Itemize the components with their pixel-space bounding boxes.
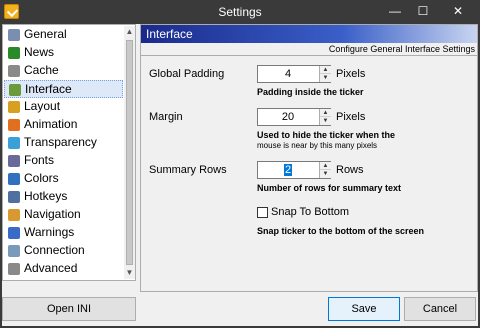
sidebar-item-connection[interactable]: Connection	[4, 242, 123, 260]
general-icon	[8, 29, 20, 41]
interface-settings-panel: Interface Configure General Interface Se…	[140, 24, 478, 292]
sidebar-item-colors[interactable]: Colors	[4, 170, 123, 188]
sidebar-item-label: Fonts	[24, 153, 55, 167]
settings-window: Settings — ☐ ✕ General News Cache Interf…	[0, 0, 480, 328]
spin-buttons: ▲ ▼	[319, 109, 331, 125]
snap-hint: Snap ticker to the bottom of the screen	[257, 226, 425, 236]
summary-rows-label: Summary Rows	[149, 164, 227, 176]
spin-down-icon[interactable]: ▼	[320, 117, 331, 125]
global-padding-value[interactable]: 4	[258, 68, 318, 80]
animation-icon	[8, 119, 20, 131]
snap-to-bottom-label[interactable]: Snap To Bottom	[271, 206, 349, 218]
sidebar-item-label: Layout	[24, 99, 61, 113]
spin-buttons: ▲ ▼	[319, 162, 331, 178]
minimize-button[interactable]: —	[384, 2, 406, 20]
panel-title: Interface	[146, 27, 193, 41]
sidebar-item-label: Navigation	[24, 207, 81, 221]
sidebar-item-cache[interactable]: Cache	[4, 62, 123, 80]
global-padding-label: Global Padding	[149, 68, 225, 80]
news-arrow-icon	[8, 47, 20, 59]
margin-hint: Used to hide the ticker when the	[257, 130, 396, 140]
advanced-icon	[8, 263, 20, 275]
margin-unit: Pixels	[336, 111, 366, 123]
panel-header: Interface	[141, 25, 477, 43]
open-ini-button[interactable]: Open INI	[2, 297, 136, 321]
sidebar-item-label: Animation	[24, 117, 78, 131]
panel-divider	[141, 55, 477, 56]
sidebar-item-animation[interactable]: Animation	[4, 116, 123, 134]
sidebar-item-label: Cache	[24, 63, 59, 77]
spin-down-icon[interactable]: ▼	[320, 170, 331, 178]
layout-icon	[8, 101, 20, 113]
sidebar-item-label: General	[24, 27, 67, 41]
sidebar-item-advanced[interactable]: Advanced	[4, 260, 123, 278]
transparency-icon	[8, 137, 20, 149]
close-button[interactable]: ✕	[440, 2, 476, 20]
sidebar-item-fonts[interactable]: Fonts	[4, 152, 123, 170]
scroll-thumb[interactable]	[126, 40, 133, 265]
hotkeys-icon	[8, 191, 20, 203]
summary-rows-stepper[interactable]: 2 ▲ ▼	[257, 161, 331, 179]
sidebar-item-layout[interactable]: Layout	[4, 98, 123, 116]
cache-icon	[8, 65, 20, 77]
panel-subtitle: Configure General Interface Settings	[328, 44, 475, 54]
sidebar-item-label: Connection	[24, 243, 85, 257]
interface-icon	[9, 84, 21, 96]
sidebar-item-hotkeys[interactable]: Hotkeys	[4, 188, 123, 206]
navigation-icon	[8, 209, 20, 221]
client-area: General News Cache Interface Layout Anim…	[2, 24, 478, 326]
spin-up-icon[interactable]: ▲	[320, 109, 331, 117]
margin-value[interactable]: 20	[258, 111, 318, 123]
margin-hint-line2: mouse is near by this many pixels	[257, 141, 378, 150]
sidebar-item-label: Hotkeys	[24, 189, 68, 203]
connection-icon	[8, 245, 20, 257]
sidebar-item-interface[interactable]: Interface	[4, 80, 123, 98]
scroll-down-icon[interactable]: ▼	[124, 267, 135, 279]
sidebar-item-label: Advanced	[24, 261, 78, 275]
sidebar-item-label: News	[24, 45, 55, 59]
save-button[interactable]: Save	[328, 297, 400, 321]
summary-rows-hint: Number of rows for summary text	[257, 183, 402, 193]
global-padding-hint: Padding inside the ticker	[257, 87, 364, 97]
fonts-icon	[8, 155, 20, 167]
sidebar-item-news[interactable]: News	[4, 44, 123, 62]
global-padding-unit: Pixels	[336, 68, 366, 80]
sidebar-item-general[interactable]: General	[4, 26, 123, 44]
scroll-up-icon[interactable]: ▲	[124, 26, 135, 38]
summary-rows-unit: Rows	[336, 164, 364, 176]
margin-label: Margin	[149, 111, 183, 123]
sidebar-item-navigation[interactable]: Navigation	[4, 206, 123, 224]
snap-to-bottom-checkbox[interactable]	[257, 207, 268, 218]
warnings-icon	[8, 227, 20, 239]
settings-category-list[interactable]: General News Cache Interface Layout Anim…	[2, 24, 136, 281]
margin-stepper[interactable]: 20 ▲ ▼	[257, 108, 331, 126]
cancel-button[interactable]: Cancel	[404, 297, 476, 321]
maximize-button[interactable]: ☐	[412, 2, 434, 20]
sidebar-item-label: Interface	[25, 82, 72, 96]
spin-up-icon[interactable]: ▲	[320, 66, 331, 74]
window-title: Settings	[218, 5, 262, 19]
global-padding-stepper[interactable]: 4 ▲ ▼	[257, 65, 331, 83]
sidebar-scrollbar[interactable]: ▲ ▼	[124, 26, 135, 279]
sidebar-item-label: Warnings	[24, 225, 75, 239]
summary-rows-value[interactable]: 2	[258, 164, 318, 176]
sidebar-item-label: Transparency	[24, 135, 97, 149]
title-bar[interactable]: Settings — ☐ ✕	[0, 0, 480, 24]
sidebar-item-warnings[interactable]: Warnings	[4, 224, 123, 242]
sidebar-item-transparency[interactable]: Transparency	[4, 134, 123, 152]
spin-up-icon[interactable]: ▲	[320, 162, 331, 170]
spin-buttons: ▲ ▼	[319, 66, 331, 82]
colors-icon	[8, 173, 20, 185]
spin-down-icon[interactable]: ▼	[320, 74, 331, 82]
sidebar-item-label: Colors	[24, 171, 59, 185]
